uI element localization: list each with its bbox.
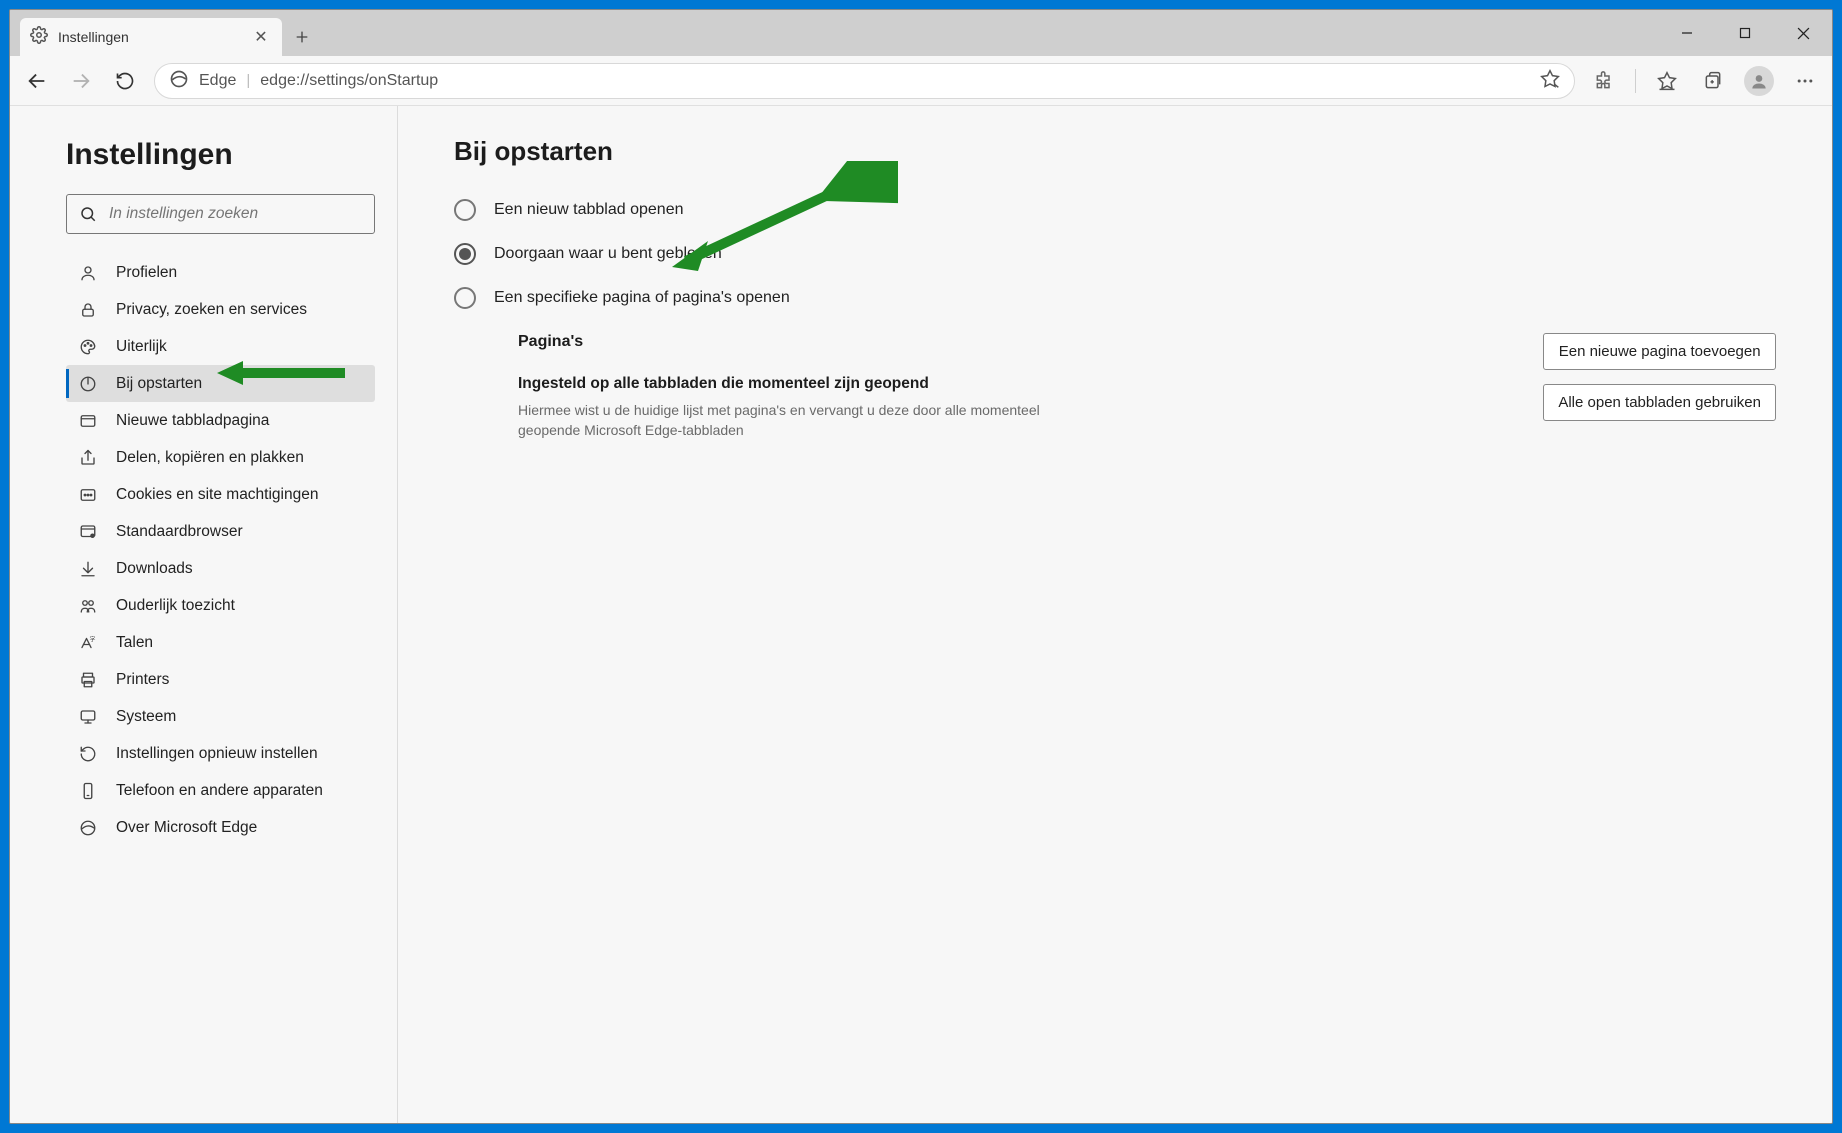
sidebar-item-browser[interactable]: Standaardbrowser — [66, 513, 375, 550]
sidebar-item-label: Instellingen opnieuw instellen — [116, 745, 318, 763]
sidebar-item-language[interactable]: 字 Talen — [66, 624, 375, 661]
pages-title: Pagina's — [518, 333, 1513, 351]
page-heading: Bij opstarten — [454, 136, 1776, 167]
annotation-arrow-sidebar — [217, 358, 347, 388]
svg-text:字: 字 — [90, 635, 96, 643]
set-tabs-desc: Hiermee wist u de huidige lijst met pagi… — [518, 401, 1058, 440]
pages-section: Pagina's Ingesteld op alle tabbladen die… — [518, 333, 1776, 440]
url-input[interactable] — [260, 72, 1530, 90]
profile-icon — [78, 263, 98, 283]
search-icon — [79, 205, 97, 223]
sidebar-item-family[interactable]: Ouderlijk toezicht — [66, 587, 375, 624]
sidebar-item-label: Nieuwe tabbladpagina — [116, 412, 269, 430]
favorites-icon[interactable] — [1646, 60, 1688, 102]
browser-window: Instellingen ✕ — [9, 9, 1833, 1124]
content: Instellingen Profielen Privacy, zoeken e… — [10, 106, 1832, 1123]
startup-option-1[interactable]: Doorgaan waar u bent gebleven — [454, 243, 1776, 265]
sidebar-item-label: Cookies en site machtigingen — [116, 486, 318, 504]
edge-icon — [78, 818, 98, 838]
sidebar-item-system[interactable]: Systeem — [66, 698, 375, 735]
sidebar-item-label: Telefoon en andere apparaten — [116, 782, 323, 800]
sidebar-item-download[interactable]: Downloads — [66, 550, 375, 587]
sidebar-item-label: Uiterlijk — [116, 338, 167, 356]
sidebar-item-label: Talen — [116, 634, 153, 652]
sidebar-item-label: Over Microsoft Edge — [116, 819, 257, 837]
minimize-button[interactable] — [1658, 10, 1716, 56]
sidebar-item-label: Ouderlijk toezicht — [116, 597, 235, 615]
new-tab-button[interactable] — [282, 18, 322, 56]
sidebar-title: Instellingen — [66, 138, 375, 172]
sidebar-item-label: Printers — [116, 671, 169, 689]
radio-icon[interactable] — [454, 199, 476, 221]
sidebar-menu: Profielen Privacy, zoeken en services Ui… — [66, 254, 375, 846]
radio-icon[interactable] — [454, 243, 476, 265]
reset-icon — [78, 744, 98, 764]
settings-search-input[interactable] — [109, 205, 362, 223]
address-divider: | — [246, 72, 250, 89]
address-bar[interactable]: Edge | — [154, 63, 1575, 99]
sidebar-item-edge[interactable]: Over Microsoft Edge — [66, 809, 375, 846]
sidebar-item-label: Systeem — [116, 708, 176, 726]
sidebar-item-label: Delen, kopiëren en plakken — [116, 449, 304, 467]
phone-icon — [78, 781, 98, 801]
power-icon — [78, 374, 98, 394]
sidebar-item-tab[interactable]: Nieuwe tabbladpagina — [66, 402, 375, 439]
set-tabs-title: Ingesteld op alle tabbladen die momentee… — [518, 375, 1513, 393]
sidebar-item-label: Standaardbrowser — [116, 523, 243, 541]
titlebar: Instellingen ✕ — [10, 10, 1832, 56]
radio-icon[interactable] — [454, 287, 476, 309]
cookie-icon — [78, 485, 98, 505]
browser-tab[interactable]: Instellingen ✕ — [20, 18, 282, 56]
browser-icon — [78, 522, 98, 542]
system-icon — [78, 707, 98, 727]
sidebar-item-label: Bij opstarten — [116, 375, 202, 393]
close-window-button[interactable] — [1774, 10, 1832, 56]
add-page-button[interactable]: Een nieuwe pagina toevoegen — [1543, 333, 1776, 370]
collections-icon[interactable] — [1692, 60, 1734, 102]
refresh-button[interactable] — [104, 60, 146, 102]
language-icon: 字 — [78, 633, 98, 653]
sidebar: Instellingen Profielen Privacy, zoeken e… — [10, 106, 398, 1123]
sidebar-item-share[interactable]: Delen, kopiëren en plakken — [66, 439, 375, 476]
forward-button[interactable] — [60, 60, 102, 102]
printer-icon — [78, 670, 98, 690]
menu-button[interactable] — [1784, 60, 1826, 102]
palette-icon — [78, 337, 98, 357]
read-aloud-icon[interactable] — [1540, 69, 1560, 93]
sidebar-item-phone[interactable]: Telefoon en andere apparaten — [66, 772, 375, 809]
maximize-button[interactable] — [1716, 10, 1774, 56]
sidebar-item-cookie[interactable]: Cookies en site machtigingen — [66, 476, 375, 513]
use-all-tabs-button[interactable]: Alle open tabbladen gebruiken — [1543, 384, 1776, 421]
radio-label: Een nieuw tabblad openen — [494, 201, 684, 219]
family-icon — [78, 596, 98, 616]
settings-search[interactable] — [66, 194, 375, 234]
address-scheme-label: Edge — [199, 72, 236, 90]
tab-title: Instellingen — [58, 29, 240, 45]
extensions-icon[interactable] — [1583, 60, 1625, 102]
lock-icon — [78, 300, 98, 320]
edge-logo-icon — [169, 69, 189, 93]
back-button[interactable] — [16, 60, 58, 102]
sidebar-item-reset[interactable]: Instellingen opnieuw instellen — [66, 735, 375, 772]
tab-icon — [78, 411, 98, 431]
sidebar-item-lock[interactable]: Privacy, zoeken en services — [66, 291, 375, 328]
close-tab-icon[interactable]: ✕ — [250, 27, 272, 47]
toolbar: Edge | — [10, 56, 1832, 106]
download-icon — [78, 559, 98, 579]
profile-button[interactable] — [1738, 60, 1780, 102]
window-controls — [1658, 10, 1832, 56]
sidebar-item-label: Privacy, zoeken en services — [116, 301, 307, 319]
sidebar-item-label: Profielen — [116, 264, 177, 282]
startup-option-2[interactable]: Een specifieke pagina of pagina's openen — [454, 287, 1776, 309]
gear-icon — [30, 26, 48, 48]
sidebar-item-profile[interactable]: Profielen — [66, 254, 375, 291]
sidebar-item-label: Downloads — [116, 560, 193, 578]
startup-option-0[interactable]: Een nieuw tabblad openen — [454, 199, 1776, 221]
annotation-arrow-radio — [668, 161, 898, 271]
share-icon — [78, 448, 98, 468]
radio-label: Een specifieke pagina of pagina's openen — [494, 289, 790, 307]
sidebar-item-printer[interactable]: Printers — [66, 661, 375, 698]
main-pane: Bij opstarten Een nieuw tabblad openen D… — [398, 106, 1832, 1123]
